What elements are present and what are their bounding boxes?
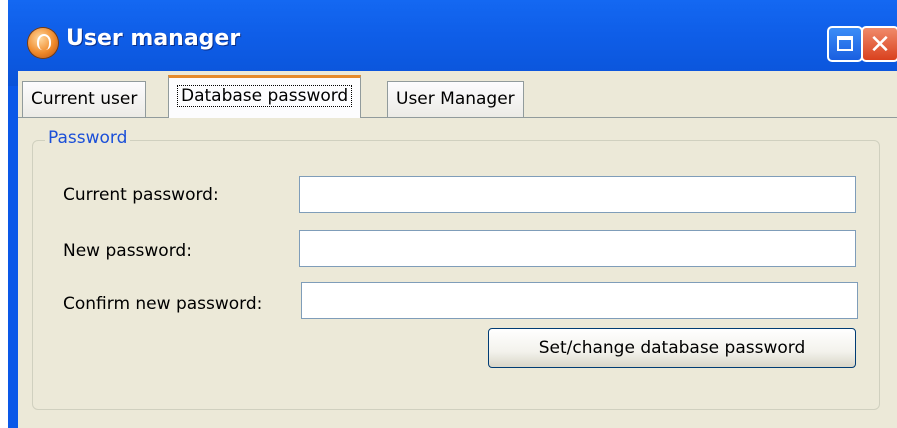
- tab-label: User Manager: [396, 89, 515, 109]
- tab-database-password[interactable]: Database password: [168, 75, 362, 118]
- new-password-field[interactable]: [299, 230, 856, 267]
- tab-label: Database password: [177, 85, 353, 107]
- database-password-panel: Password Current password: New password:…: [18, 117, 897, 428]
- current-password-field[interactable]: [299, 176, 856, 213]
- close-button[interactable]: ✕: [861, 26, 897, 62]
- current-password-label: Current password:: [63, 185, 219, 205]
- tab-user-manager[interactable]: User Manager: [387, 81, 524, 117]
- close-icon: ✕: [869, 30, 891, 60]
- window-title: User manager: [66, 26, 241, 51]
- confirm-password-field[interactable]: [301, 282, 858, 319]
- user-manager-window: User manager ✕ Current user Database pas…: [8, 0, 897, 428]
- set-change-password-button[interactable]: Set/change database password: [488, 328, 856, 368]
- new-password-label: New password:: [63, 241, 192, 261]
- tab-current-user[interactable]: Current user: [22, 81, 147, 117]
- tab-strip: Current user Database password User Mana…: [18, 71, 897, 118]
- maximize-button[interactable]: [827, 26, 863, 62]
- password-group-legend: Password: [45, 128, 131, 148]
- tab-label: Current user: [31, 89, 138, 109]
- confirm-password-label: Confirm new password:: [63, 294, 263, 314]
- window-client-area: Current user Database password User Mana…: [18, 71, 897, 428]
- password-groupbox: Password Current password: New password:…: [32, 128, 880, 410]
- app-logo-icon: [28, 28, 58, 58]
